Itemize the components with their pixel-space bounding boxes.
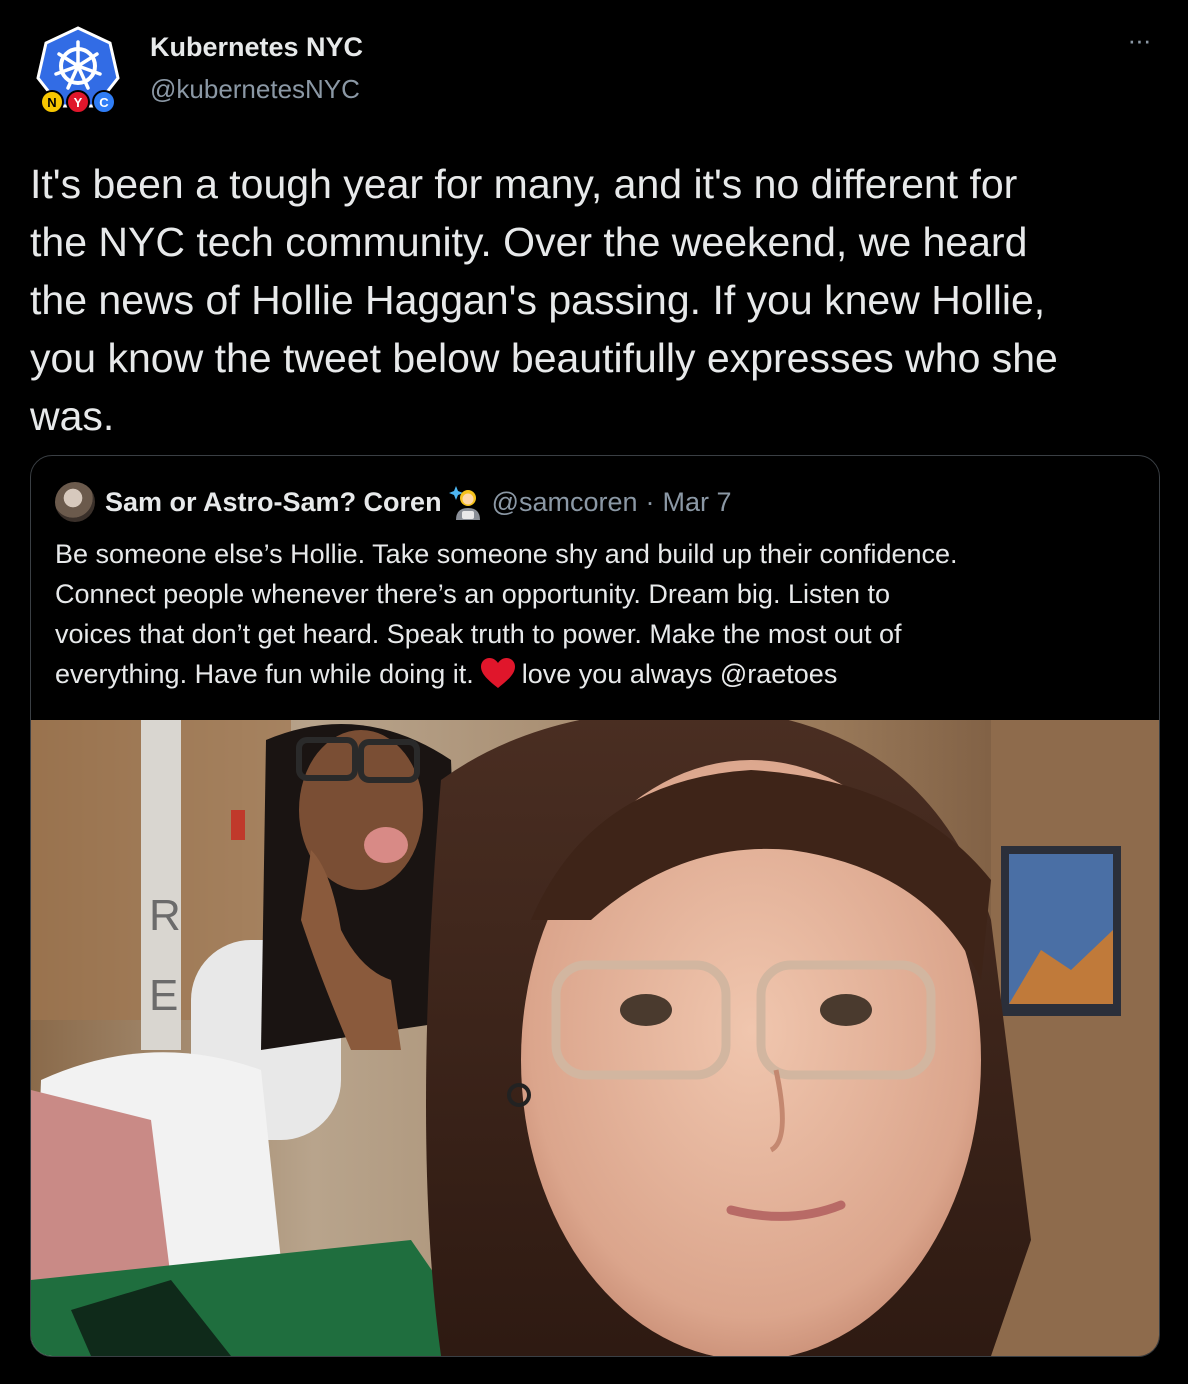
tweet-text: It's been a tough year for many, and it'… xyxy=(30,161,1058,439)
quoted-text-line: voices that don’t get heard. Speak truth… xyxy=(55,619,902,649)
badge-letter-y: Y xyxy=(74,95,83,110)
quoted-text-last-line: everything. Have fun while doing it. love… xyxy=(55,654,1145,694)
author-name[interactable]: Kubernetes NYC xyxy=(150,32,363,63)
more-options-icon[interactable]: ··· xyxy=(1122,27,1156,53)
quoted-author-name[interactable]: Sam or Astro-Sam? Coren xyxy=(105,487,442,518)
quoted-author-avatar[interactable] xyxy=(55,482,95,522)
quoted-text-after-heart: love you always @raetoes xyxy=(521,659,838,689)
woman-astronaut-emoji-icon xyxy=(448,486,480,520)
selfie-photo[interactable]: R E xyxy=(31,720,1159,1356)
tweet: N Y C Kubernetes NYC @kubernetesNYC ··· … xyxy=(0,0,1188,1384)
badge-letter-n: N xyxy=(47,95,56,110)
svg-text:R: R xyxy=(149,891,181,940)
svg-text:E: E xyxy=(149,971,178,1020)
quoted-tweet-header: Sam or Astro-Sam? Coren @samcoren · Mar … xyxy=(55,482,732,522)
quoted-author-handle[interactable]: @samcoren xyxy=(492,487,638,518)
quoted-tweet-text: Be someone else’s Hollie. Take someone s… xyxy=(55,534,1145,694)
red-heart-emoji-icon xyxy=(480,658,515,688)
quoted-text-line: Connect people whenever there’s an oppor… xyxy=(55,579,891,609)
quoted-tweet-date[interactable]: Mar 7 xyxy=(663,487,732,518)
author-handle[interactable]: @kubernetesNYC xyxy=(150,74,360,105)
tweet-header: N Y C Kubernetes NYC @kubernetesNYC ··· xyxy=(32,24,1156,124)
kubernetes-nyc-logo-icon[interactable]: N Y C xyxy=(32,24,124,116)
header-separator: · xyxy=(645,486,655,517)
quoted-text-line: Be someone else’s Hollie. Take someone s… xyxy=(55,539,958,569)
quoted-tweet[interactable]: Sam or Astro-Sam? Coren @samcoren · Mar … xyxy=(30,455,1160,1357)
badge-letter-c: C xyxy=(99,95,109,110)
quoted-text-before-heart: everything. Have fun while doing it. xyxy=(55,659,474,689)
